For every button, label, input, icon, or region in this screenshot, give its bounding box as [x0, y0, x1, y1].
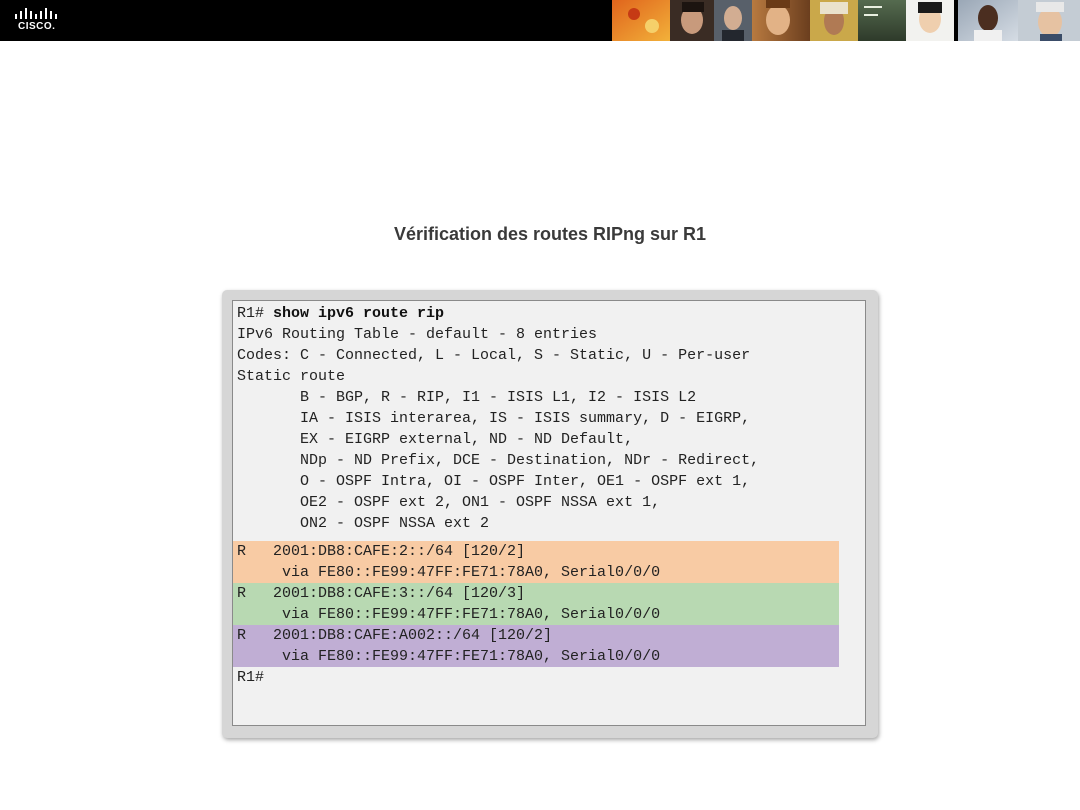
route-via-line: via FE80::FE99:47FF:FE71:78A0, Serial0/0… [237, 606, 661, 623]
output-line: ON2 - OSPF NSSA ext 2 [237, 515, 490, 532]
route-prefix-line: R 2001:DB8:CAFE:2::/64 [120/2] [237, 543, 526, 560]
route-prefix-line: R 2001:DB8:CAFE:3::/64 [120/3] [237, 585, 526, 602]
command-line: R1# show ipv6 route rip [237, 303, 444, 324]
output-line: B - BGP, R - RIP, I1 - ISIS L1, I2 - ISI… [237, 389, 697, 406]
terminal-output: R1# show ipv6 route rip IPv6 Routing Tab… [232, 300, 866, 726]
slide-title: Vérification des routes RIPng sur R1 [393, 224, 707, 244]
cisco-logo-text: CISCO. [18, 21, 56, 32]
header-bar: CISCO. [0, 0, 1080, 41]
people-photos-image [612, 0, 1080, 41]
output-line: Codes: C - Connected, L - Local, S - Sta… [237, 347, 751, 364]
terminal-window: R1# show ipv6 route rip IPv6 Routing Tab… [222, 290, 878, 738]
output-line: Static route [237, 368, 346, 385]
output-line: EX - EIGRP external, ND - ND Default, [237, 431, 634, 448]
terminal-command: show ipv6 route rip [273, 305, 445, 322]
output-line: IA - ISIS interarea, IS - ISIS summary, … [237, 410, 751, 427]
output-line: OE2 - OSPF ext 2, ON1 - OSPF NSSA ext 1, [237, 494, 661, 511]
output-line: O - OSPF Intra, OI - OSPF Inter, OE1 - O… [237, 473, 751, 490]
route-prefix-line: R 2001:DB8:CAFE:A002::/64 [120/2] [237, 627, 553, 644]
route-via-line: via FE80::FE99:47FF:FE71:78A0, Serial0/0… [237, 564, 661, 581]
terminal-prompt: R1# [237, 305, 274, 322]
output-line: IPv6 Routing Table - default - 8 entries [237, 326, 598, 343]
cisco-bars-icon [15, 8, 57, 19]
final-prompt: R1# [237, 669, 265, 686]
output-line: NDp - ND Prefix, DCE - Destination, NDr … [237, 452, 760, 469]
cisco-logo: CISCO. [14, 6, 74, 36]
header-photo-strip [612, 0, 1080, 41]
route-via-line: via FE80::FE99:47FF:FE71:78A0, Serial0/0… [237, 648, 661, 665]
